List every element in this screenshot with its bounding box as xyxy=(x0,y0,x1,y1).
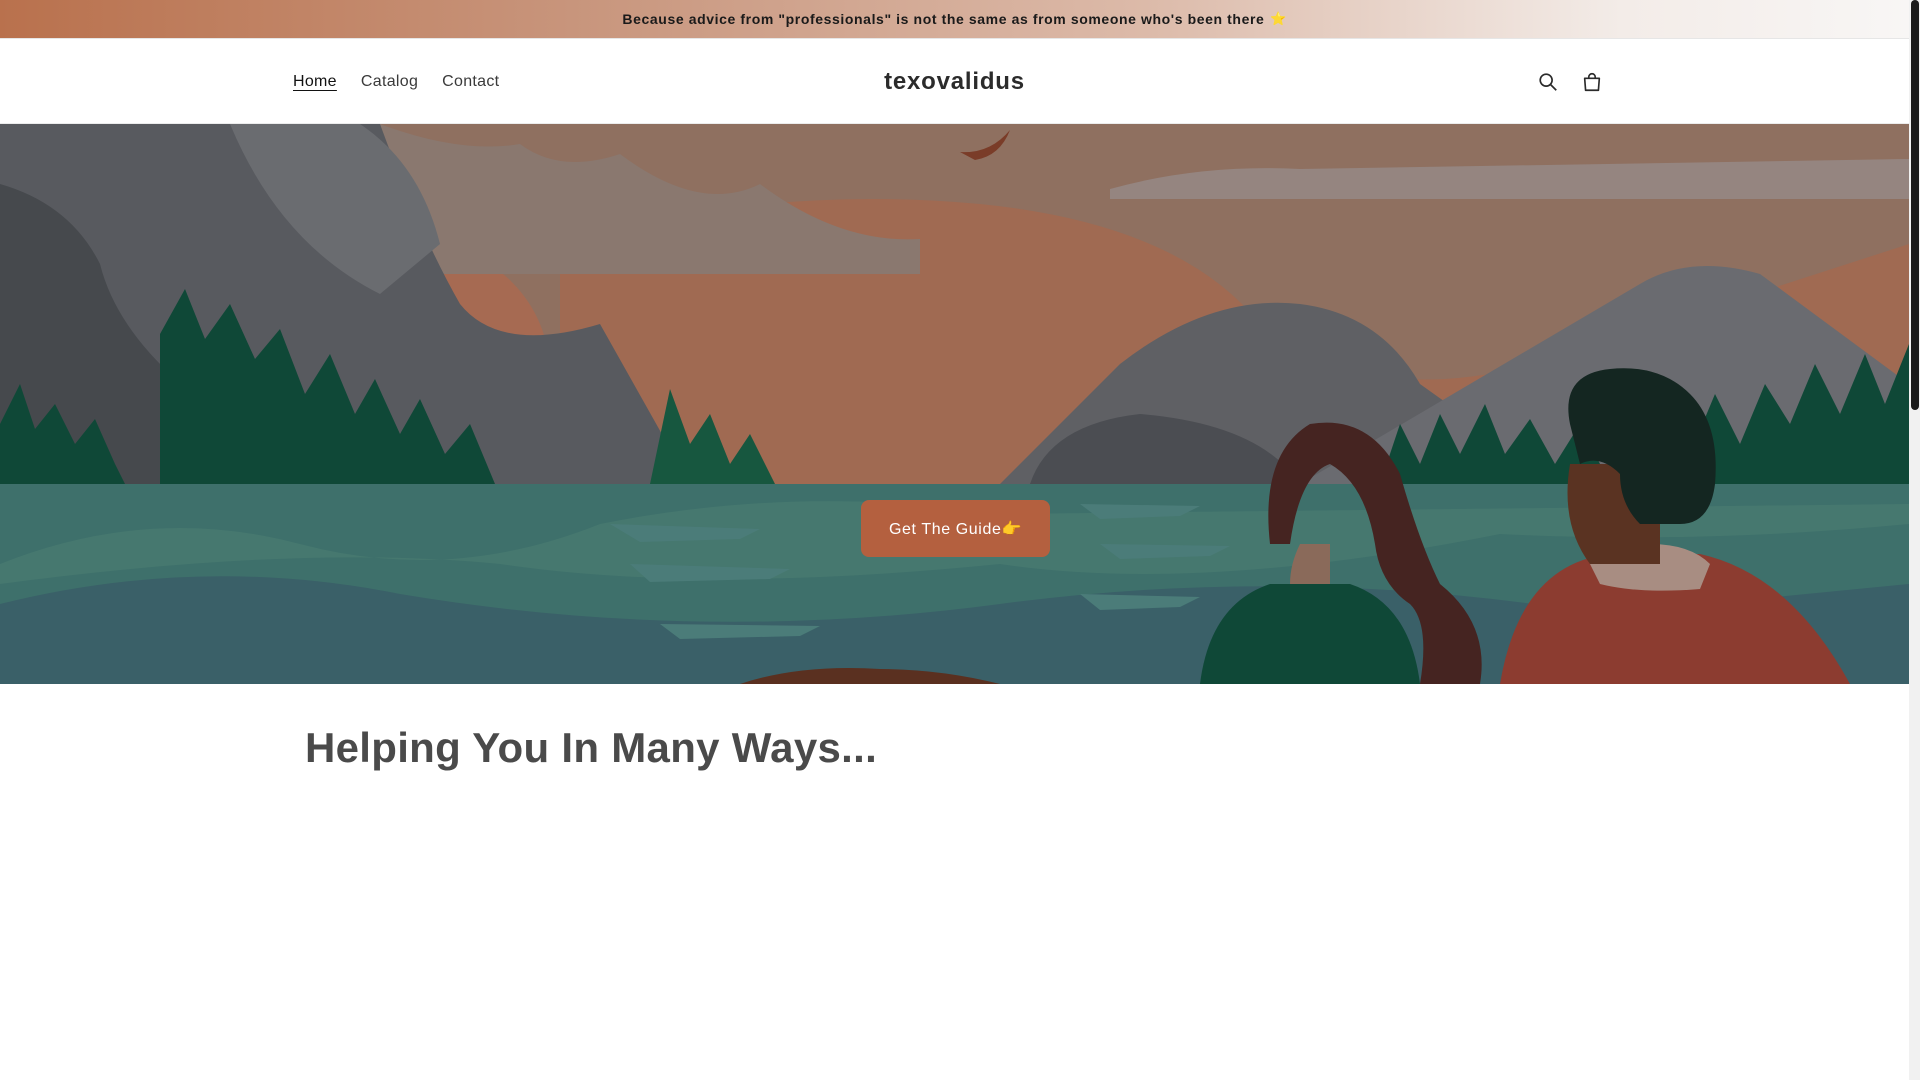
search-button[interactable] xyxy=(1526,60,1570,104)
brand-wrap: texovalidus xyxy=(0,39,1909,124)
star-icon: ⭐ xyxy=(1270,11,1287,26)
announcement-bar: Because advice from "professionals" is n… xyxy=(0,0,1909,39)
section-heading: Helping You In Many Ways... xyxy=(305,724,878,771)
get-guide-button[interactable]: Get The Guide👉 xyxy=(861,500,1050,557)
hero-illustration xyxy=(0,124,1909,684)
cart-icon xyxy=(1583,72,1601,91)
nav-link-contact[interactable]: Contact xyxy=(442,73,499,91)
scrollbar-thumb[interactable] xyxy=(1911,0,1919,410)
cart-button[interactable] xyxy=(1570,60,1614,104)
nav-link-catalog[interactable]: Catalog xyxy=(361,73,418,91)
nav-link-home[interactable]: Home xyxy=(293,73,337,91)
site-header: Home Catalog Contact texovalidus xyxy=(0,39,1909,124)
search-icon xyxy=(1539,72,1557,91)
header-icons xyxy=(1526,39,1614,124)
hero-banner: Get The Guide👉 xyxy=(0,124,1909,684)
announcement-text: Because advice from "professionals" is n… xyxy=(622,11,1265,27)
main-nav: Home Catalog Contact xyxy=(293,39,523,124)
brand-logo[interactable]: texovalidus xyxy=(884,68,1025,96)
